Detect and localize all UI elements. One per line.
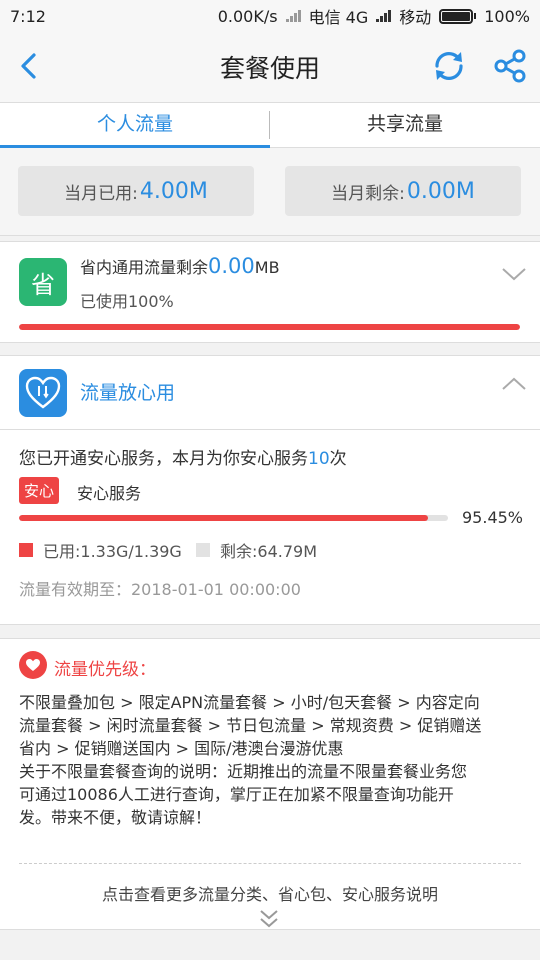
service-percent: 95.45%: [462, 508, 524, 527]
tab-shared-flow[interactable]: 共享流量: [270, 103, 540, 147]
province-flow-used: 已使用100%: [80, 292, 174, 311]
share-icon[interactable]: [492, 48, 528, 84]
tab-divider: [269, 111, 270, 139]
legend-used: 已用:1.33G/1.39G: [19, 538, 182, 562]
bottom-spacer: [0, 930, 540, 960]
priority-line: 关于不限量套餐查询的说明：近期推出的流量不限量套餐业务您: [19, 762, 468, 781]
flow-tabs: 个人流量 共享流量: [0, 102, 540, 148]
priority-body: 不限量叠加包 > 限定APN流量套餐 > 小时/包天套餐 > 内容定向 流量套餐…: [19, 691, 524, 829]
service-progress-fill: [19, 515, 429, 521]
legend-used-swatch: [19, 543, 33, 557]
province-icon: 省: [19, 258, 67, 306]
usage-summary: 当月已用: 4.00M 当月剩余: 0.00M: [0, 148, 540, 236]
remaining-label: 当月剩余:: [331, 183, 405, 204]
province-flow-card[interactable]: 省 省内通用流量剩余0.00MB 已使用100%: [0, 241, 540, 343]
signal-icon-2: [376, 10, 392, 22]
tab-personal-flow[interactable]: 个人流量: [0, 103, 270, 148]
desc-suffix: 次: [329, 449, 347, 469]
network-speed: 0.00K/s: [217, 6, 278, 26]
heart-icon: [19, 651, 47, 679]
remaining-this-month: 当月剩余: 0.00M: [285, 166, 521, 216]
service-progress-bar: [19, 515, 448, 521]
province-flow-title: 省内通用流量剩余0.00MB: [80, 254, 280, 278]
legend-remaining-text: 剩余:64.79M: [220, 542, 318, 561]
validity-date: 流量有效期至：2018-01-01 00:00:00: [19, 580, 301, 599]
page-title: 套餐使用: [219, 54, 320, 83]
used-value: 4.00M: [139, 178, 208, 204]
province-progress-fill: [19, 324, 520, 330]
refresh-icon[interactable]: [431, 48, 467, 84]
status-time: 7:12: [10, 6, 46, 26]
chevron-down-icon[interactable]: [501, 266, 527, 282]
priority-line: 流量套餐 > 闲时流量套餐 > 节日包流量 > 常规资费 > 促销赠送: [19, 716, 482, 735]
province-progress-bar: [19, 324, 520, 330]
province-icon-text: 省: [31, 270, 55, 299]
reassurance-title: 流量放心用: [80, 382, 176, 404]
priority-line: 可通过10086人工进行查询，掌厅正在加紧不限量查询功能开: [19, 785, 454, 804]
service-name: 安心服务: [77, 484, 142, 503]
double-chevron-down-icon[interactable]: [258, 909, 280, 929]
used-this-month: 当月已用: 4.00M: [18, 166, 254, 216]
desc-prefix: 您已开通安心服务，本月为你安心服务: [19, 449, 308, 469]
chevron-up-icon[interactable]: [501, 376, 527, 392]
remaining-value: 0.00M: [406, 178, 475, 204]
legend-remaining-swatch: [196, 543, 210, 557]
priority-line: 发。带来不便，敬请谅解！: [19, 808, 212, 827]
legend-used-text: 已用:1.33G/1.39G: [43, 542, 182, 561]
app-header: 套餐使用: [0, 32, 540, 102]
battery-level: 100%: [484, 6, 530, 26]
legend-remaining: 剩余:64.79M: [196, 538, 317, 562]
anxin-tag: 安心: [19, 477, 60, 504]
signal-icon-1: [285, 10, 301, 22]
province-flow-unit: MB: [254, 258, 280, 277]
heart-shield-icon: [19, 369, 67, 417]
reassurance-header[interactable]: 流量放心用: [0, 356, 540, 430]
reassurance-desc: 您已开通安心服务，本月为你安心服务10次: [19, 444, 347, 469]
priority-line: 省内 > 促销赠送国内 > 国际/港澳台漫游优惠: [19, 739, 344, 758]
carrier-1: 电信 4G: [308, 8, 369, 27]
priority-title: 流量优先级：: [54, 660, 156, 680]
more-info-link[interactable]: 点击查看更多流量分类、省心包、安心服务说明: [0, 881, 540, 905]
back-arrow-icon[interactable]: [14, 50, 46, 82]
province-flow-value: 0.00: [208, 254, 255, 278]
desc-count: 10: [308, 449, 330, 469]
battery-icon: [439, 8, 477, 24]
carrier-2: 移动: [399, 8, 432, 27]
priority-line: 不限量叠加包 > 限定APN流量套餐 > 小时/包天套餐 > 内容定向: [19, 693, 480, 712]
reassurance-card: 流量放心用 您已开通安心服务，本月为你安心服务10次 安心 安心服务 95.45…: [0, 355, 540, 625]
used-label: 当月已用:: [64, 183, 138, 204]
dashed-divider: [19, 863, 521, 864]
priority-card: 流量优先级： 不限量叠加包 > 限定APN流量套餐 > 小时/包天套餐 > 内容…: [0, 638, 540, 930]
province-flow-prefix: 省内通用流量剩余: [80, 258, 209, 277]
status-bar: 7:12 0.00K/s 电信 4G 移动 100%: [0, 0, 540, 32]
